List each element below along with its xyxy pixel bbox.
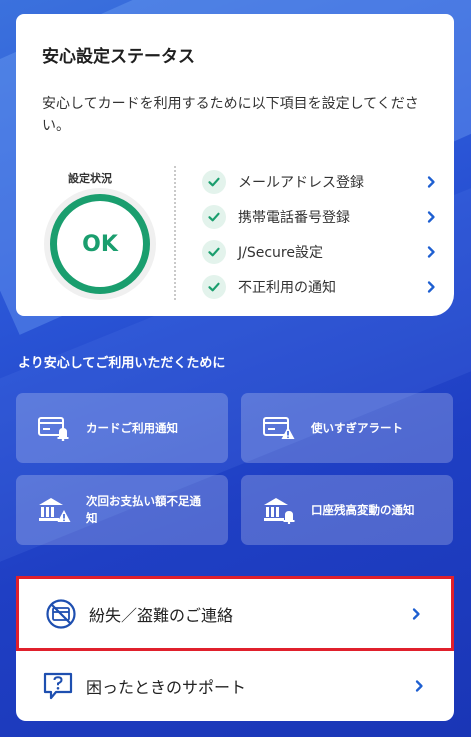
question-bubble-icon bbox=[38, 671, 78, 701]
card-bell-icon bbox=[28, 415, 80, 441]
card-prohibited-icon bbox=[41, 598, 81, 630]
tile-label: 使いすぎアラート bbox=[311, 420, 403, 435]
tile-overuse-alert[interactable]: 使いすぎアラート bbox=[241, 393, 453, 463]
tile-label: 口座残高変動の通知 bbox=[311, 502, 415, 517]
gauge-label: 設定状況 bbox=[68, 172, 112, 185]
status-card-title: 安心設定ステータス bbox=[42, 47, 195, 67]
check-item-fraud-notice[interactable]: 不正利用の通知 bbox=[202, 269, 438, 304]
bank-warning-icon bbox=[28, 496, 80, 524]
tile-label: カードご利用通知 bbox=[86, 420, 178, 435]
check-item-label: メールアドレス登録 bbox=[238, 174, 364, 191]
check-item-email[interactable]: メールアドレス登録 bbox=[202, 164, 438, 199]
support-link[interactable]: 困ったときのサポート bbox=[16, 651, 454, 721]
status-card-description: 安心してカードを利用するために以下項目を設定してください。 bbox=[42, 96, 419, 134]
section-heading: より安心してご利用いただくために bbox=[18, 356, 226, 371]
check-item-phone[interactable]: 携帯電話番号登録 bbox=[202, 199, 438, 234]
check-item-jsecure[interactable]: J/Secure設定 bbox=[202, 234, 438, 269]
status-body: 設定状況 OK メールアドレス登録 携帯電話番号登録 J/Secure設定 不正… bbox=[42, 164, 438, 304]
chevron-right-icon bbox=[412, 607, 420, 620]
chevron-right-icon bbox=[427, 280, 435, 293]
chevron-right-icon bbox=[427, 210, 435, 223]
check-icon bbox=[202, 169, 226, 194]
lost-stolen-report-link[interactable]: 紛失／盗難のご連絡 bbox=[16, 576, 454, 651]
tile-payment-shortage-notice[interactable]: 次回お支払い額不足通知 bbox=[16, 475, 228, 545]
check-item-label: 不正利用の通知 bbox=[238, 279, 336, 296]
check-item-label: 携帯電話番号登録 bbox=[238, 209, 350, 226]
tile-card-usage-notice[interactable]: カードご利用通知 bbox=[16, 393, 228, 463]
lost-stolen-label: 紛失／盗難のご連絡 bbox=[89, 605, 234, 625]
status-gauge: 設定状況 OK bbox=[42, 164, 182, 304]
support-label: 困ったときのサポート bbox=[86, 678, 247, 697]
check-icon bbox=[202, 274, 226, 299]
bank-bell-icon bbox=[253, 496, 305, 524]
chevron-right-icon bbox=[427, 245, 435, 258]
tile-balance-change-notice[interactable]: 口座残高変動の通知 bbox=[241, 475, 453, 545]
status-check-list: メールアドレス登録 携帯電話番号登録 J/Secure設定 不正利用の通知 bbox=[202, 164, 438, 304]
card-warning-icon bbox=[253, 415, 305, 441]
tile-label: 次回お支払い額不足通知 bbox=[86, 494, 201, 525]
dotted-divider bbox=[174, 166, 176, 300]
check-icon bbox=[202, 204, 226, 229]
gauge-value: OK bbox=[82, 231, 118, 257]
chevron-right-icon bbox=[415, 680, 423, 692]
security-status-card: 安心設定ステータス 安心してカードを利用するために以下項目を設定してください。 … bbox=[16, 14, 454, 316]
gauge-ring: OK bbox=[50, 194, 150, 294]
chevron-right-icon bbox=[427, 175, 435, 188]
check-icon bbox=[202, 239, 226, 264]
check-item-label: J/Secure設定 bbox=[238, 244, 323, 261]
